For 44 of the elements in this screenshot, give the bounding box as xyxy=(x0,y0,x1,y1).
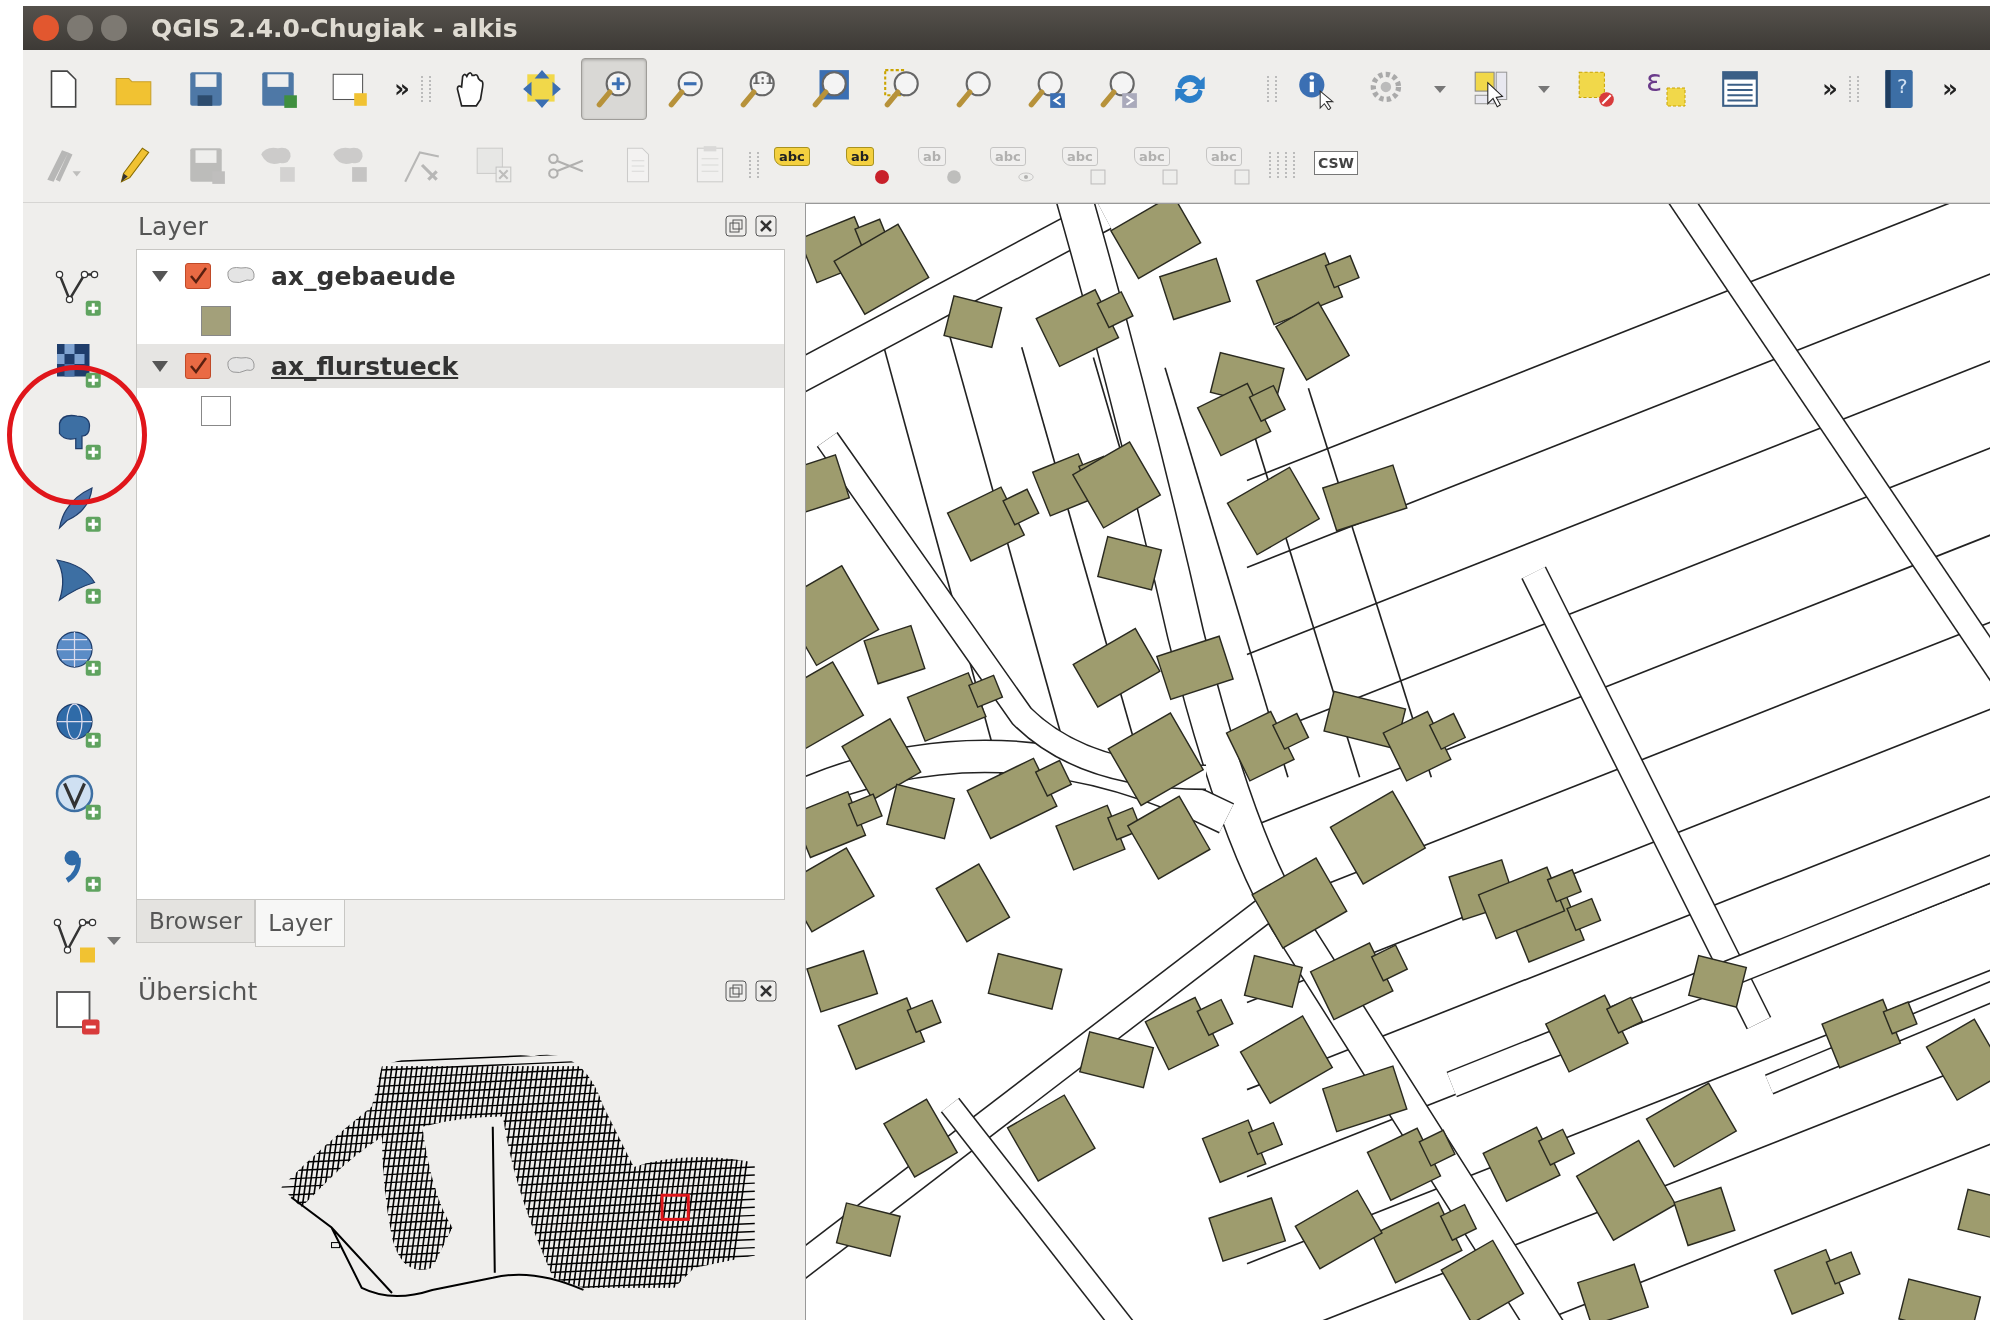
label-eye-icon xyxy=(1018,169,1034,185)
label-dot-icon xyxy=(874,169,890,185)
label-dot-button[interactable]: ab xyxy=(837,134,903,196)
layer-row[interactable]: ax_gebaeude xyxy=(137,254,784,298)
epsilon-square-icon xyxy=(1666,87,1686,107)
help-book-button[interactable]: ? xyxy=(1865,58,1931,120)
more-tools-button[interactable]: » xyxy=(389,58,415,120)
dropdown-arrow-icon xyxy=(1537,84,1551,94)
more-tools-button[interactable]: » xyxy=(1937,58,1963,120)
close-icon[interactable] xyxy=(755,980,777,1002)
layer-name: ax_flurstueck xyxy=(271,351,459,381)
layer-checkbox[interactable] xyxy=(185,353,211,379)
panel-title: Übersicht xyxy=(138,976,259,1006)
dropdown-arrow-icon xyxy=(1433,84,1447,94)
toolbar-grip[interactable] xyxy=(1269,152,1279,178)
toolbar-grip[interactable] xyxy=(1285,152,1295,178)
window-title: QGIS 2.4.0-Chugiak - alkis xyxy=(151,13,518,43)
toolbar-grip[interactable] xyxy=(421,76,431,102)
minimize-button[interactable] xyxy=(67,15,93,41)
close-button[interactable] xyxy=(33,15,59,41)
label-tag-button[interactable]: abc xyxy=(765,134,831,196)
layer-name: ax_gebaeude xyxy=(271,261,456,291)
arrows-cross-icon xyxy=(521,68,563,110)
epsilon-square-button[interactable]: ε xyxy=(1635,58,1701,120)
label-pin-icon xyxy=(946,169,962,185)
panel-title: Layer xyxy=(138,211,209,241)
layer-checkbox[interactable] xyxy=(185,263,211,289)
magnifier-plus-button[interactable] xyxy=(581,58,647,120)
toolbar-grip[interactable] xyxy=(1849,76,1859,102)
float-icon[interactable] xyxy=(725,215,747,237)
panel-tab[interactable]: Layer xyxy=(255,900,346,947)
layer-row[interactable]: ax_flurstueck xyxy=(137,344,784,388)
close-icon[interactable] xyxy=(755,215,777,237)
label-rotate-icon xyxy=(1162,169,1178,185)
toolbar-grip[interactable] xyxy=(749,152,759,178)
maximize-button[interactable] xyxy=(101,15,127,41)
more-tools-button[interactable]: » xyxy=(1817,58,1843,120)
label-edit-icon xyxy=(1234,169,1250,185)
table-icon xyxy=(1719,68,1761,110)
csw-button[interactable]: CSW xyxy=(1301,134,1367,196)
toolbar-grip[interactable] xyxy=(1267,76,1277,102)
panel-tab[interactable]: Browser xyxy=(136,900,256,943)
label-move-icon xyxy=(1090,169,1106,185)
float-icon[interactable] xyxy=(725,980,747,1002)
